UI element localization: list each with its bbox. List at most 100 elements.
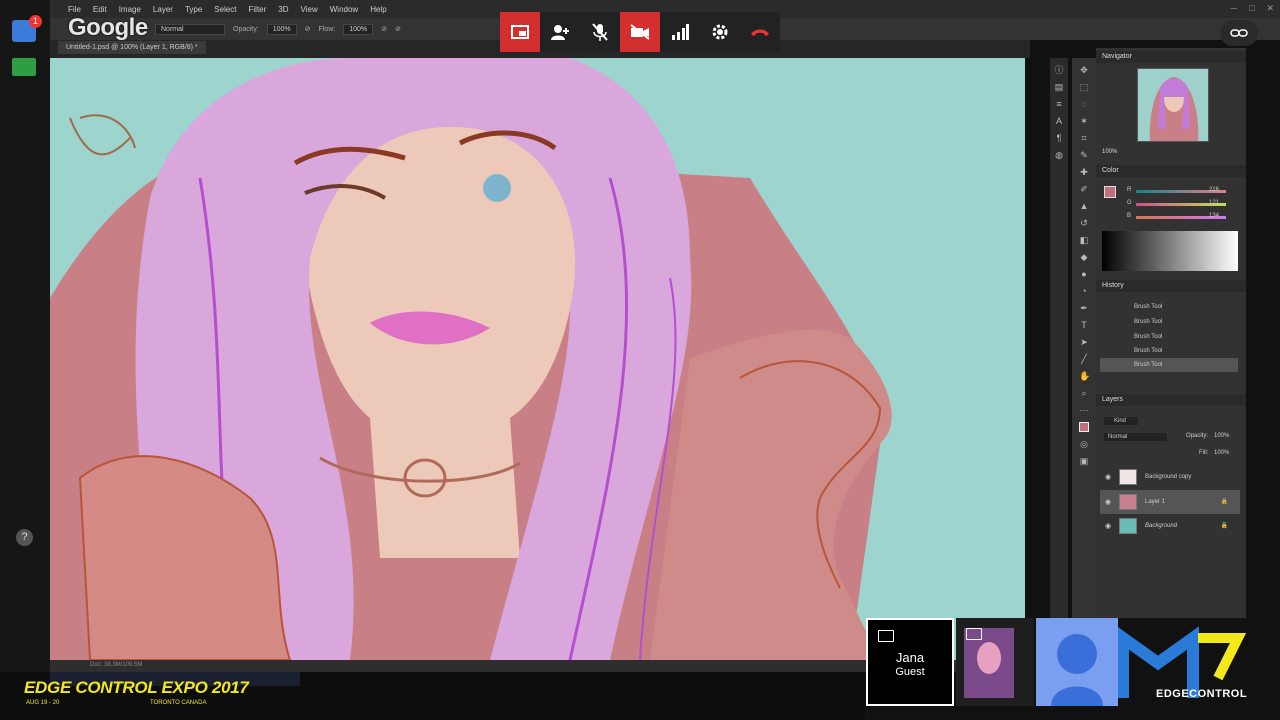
flow-field[interactable]: 100% xyxy=(343,23,374,35)
layer-fill-field[interactable]: 100% xyxy=(1214,450,1229,456)
history-item[interactable]: Brush Tool xyxy=(1100,300,1238,314)
visibility-eye-icon[interactable]: ◉ xyxy=(1105,522,1111,530)
participant-tile-jana[interactable]: Jana Guest xyxy=(866,618,954,706)
history-item[interactable]: Brush Tool xyxy=(1100,330,1238,344)
pen-tool-icon[interactable]: ✒ xyxy=(1079,303,1089,313)
visibility-eye-icon[interactable]: ◉ xyxy=(1105,473,1111,481)
menu-layer[interactable]: Layer xyxy=(147,5,179,14)
eyedropper-icon[interactable]: ✎ xyxy=(1079,150,1089,160)
add-person-icon[interactable] xyxy=(540,12,580,52)
present-icon[interactable] xyxy=(500,12,540,52)
pressure-opacity-icon[interactable]: ⊘ xyxy=(305,25,311,33)
event-location: TORONTO CANADA xyxy=(150,700,207,706)
participant-tile-screen[interactable] xyxy=(956,618,1034,706)
navigator-preview-image xyxy=(1138,69,1208,141)
layer-name: Background xyxy=(1145,523,1178,529)
participant-tile-zabi[interactable]: Zabi xyxy=(1036,618,1118,706)
help-icon[interactable]: ? xyxy=(16,529,33,546)
healing-tool-icon[interactable]: ✚ xyxy=(1079,167,1089,177)
canvas[interactable] xyxy=(50,58,1025,660)
hand-tool-icon[interactable]: ✋ xyxy=(1079,371,1090,381)
lock-icon: 🔒 xyxy=(1220,499,1228,505)
layer-row[interactable]: ◉ Background 🔒 xyxy=(1100,514,1240,538)
navigator-preview[interactable] xyxy=(1137,68,1209,142)
info-icon[interactable]: ⓘ xyxy=(1054,65,1064,75)
history-item-active[interactable]: Brush Tool xyxy=(1100,358,1238,372)
quick-mask-icon[interactable]: ◎ xyxy=(1079,439,1089,449)
type-tool-icon[interactable]: T xyxy=(1079,320,1089,330)
layer-row[interactable]: ◉ Background copy xyxy=(1100,465,1240,489)
menu-file[interactable]: File xyxy=(62,5,87,14)
menu-help[interactable]: Help xyxy=(364,5,392,14)
adjust-icon[interactable]: ≡ xyxy=(1054,99,1064,109)
blur-tool-icon[interactable]: ● xyxy=(1079,269,1089,279)
color-swatch[interactable] xyxy=(1104,186,1116,198)
layer-blend-mode[interactable]: Normal xyxy=(1104,433,1168,441)
menu-view[interactable]: View xyxy=(295,5,324,14)
menu-image[interactable]: Image xyxy=(113,5,147,14)
gear-icon[interactable] xyxy=(700,12,740,52)
color-b-value[interactable]: 134 xyxy=(1209,213,1219,219)
participant-name: Jana xyxy=(895,650,925,665)
close-icon[interactable]: ✕ xyxy=(1266,3,1274,14)
stamp-tool-icon[interactable]: ▲ xyxy=(1079,201,1089,211)
menu-window[interactable]: Window xyxy=(324,5,364,14)
foreground-color-icon[interactable] xyxy=(1079,422,1089,432)
color-r-value[interactable]: 216 xyxy=(1209,187,1219,193)
layer-filter-kind[interactable]: Kind xyxy=(1104,417,1139,425)
mode-select[interactable]: Normal xyxy=(155,23,225,35)
dodge-tool-icon[interactable]: ◔ xyxy=(1079,286,1089,296)
pressure-size-icon[interactable]: ⊘ xyxy=(395,25,401,33)
marquee-tool-icon[interactable]: ⬚ xyxy=(1079,82,1089,92)
opacity-field[interactable]: 100% xyxy=(266,23,297,35)
mic-off-icon[interactable] xyxy=(580,12,620,52)
opacity-label: Opacity: xyxy=(233,25,259,33)
link-icon[interactable] xyxy=(1220,20,1258,46)
layer-opacity-field[interactable]: 100% xyxy=(1214,433,1229,439)
menu-filter[interactable]: Filter xyxy=(243,5,273,14)
line-tool-icon[interactable]: ╱ xyxy=(1079,354,1089,364)
participant-role: Guest xyxy=(895,666,925,678)
brushes-icon[interactable]: ◍ xyxy=(1054,150,1064,160)
participant-tile-edgecontrol[interactable]: EDGECONTROL xyxy=(1118,618,1280,706)
paint-bucket-icon[interactable]: ◆ xyxy=(1079,252,1089,262)
layer-row-active[interactable]: ◉ Layer 1 🔒 xyxy=(1100,490,1240,514)
brush-tool-icon[interactable]: ✐ xyxy=(1079,184,1089,194)
crop-tool-icon[interactable]: ⌗ xyxy=(1079,133,1089,143)
pin-icon[interactable] xyxy=(966,628,982,640)
color-g-value[interactable]: 121 xyxy=(1209,200,1219,206)
pin-icon[interactable] xyxy=(878,630,894,642)
screen-mode-icon[interactable]: ▣ xyxy=(1079,456,1089,466)
menu-select[interactable]: Select xyxy=(208,5,242,14)
history-item[interactable]: Brush Tool xyxy=(1100,315,1238,329)
zoom-tool-icon[interactable]: ⌕ xyxy=(1079,388,1089,398)
camera-off-icon[interactable] xyxy=(620,12,660,52)
menu-edit[interactable]: Edit xyxy=(87,5,113,14)
more-tools-icon[interactable]: ⋯ xyxy=(1079,405,1089,415)
window-controls: ─ □ ✕ xyxy=(1231,3,1274,14)
navigator-zoom[interactable]: 100% xyxy=(1102,149,1117,155)
color-ramp[interactable] xyxy=(1102,231,1238,271)
lasso-tool-icon[interactable]: ◌ xyxy=(1079,99,1089,109)
chat-notification-badge: 1 xyxy=(29,15,42,28)
hangup-icon[interactable] xyxy=(740,12,780,52)
signal-icon[interactable] xyxy=(660,12,700,52)
path-select-icon[interactable]: ➤ xyxy=(1079,337,1089,347)
maximize-icon[interactable]: □ xyxy=(1249,3,1254,14)
airbrush-icon[interactable]: ⊘ xyxy=(381,25,387,33)
history-item[interactable]: Brush Tool xyxy=(1100,344,1238,358)
menu-type[interactable]: Type xyxy=(179,5,208,14)
visibility-eye-icon[interactable]: ◉ xyxy=(1105,498,1111,506)
minimize-icon[interactable]: ─ xyxy=(1231,3,1237,14)
screenshare-icon[interactable] xyxy=(12,58,36,76)
document-tab[interactable]: Untitled-1.psd @ 100% (Layer 1, RGB/8) * xyxy=(58,41,206,54)
character-icon[interactable]: A xyxy=(1054,116,1064,126)
eraser-tool-icon[interactable]: ◧ xyxy=(1079,235,1089,245)
magic-wand-icon[interactable]: ✶ xyxy=(1079,116,1089,126)
clone-source-icon[interactable]: ▤ xyxy=(1054,82,1064,92)
paragraph-icon[interactable]: ¶ xyxy=(1054,133,1064,143)
menu-3d[interactable]: 3D xyxy=(272,5,294,14)
move-tool-icon[interactable]: ✥ xyxy=(1079,65,1089,75)
history-brush-icon[interactable]: ↺ xyxy=(1079,218,1089,228)
lock-icon: 🔒 xyxy=(1220,523,1228,529)
